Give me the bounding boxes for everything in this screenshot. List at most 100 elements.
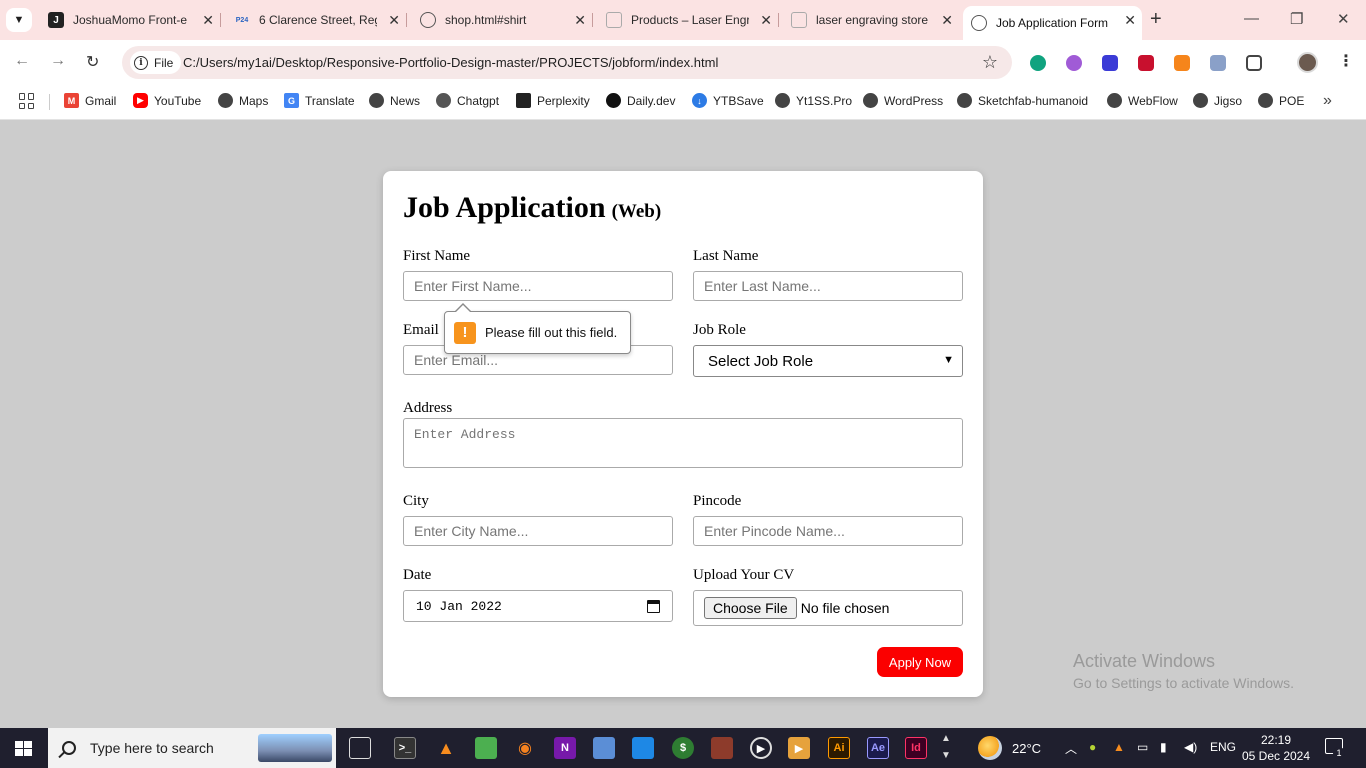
page-viewport: Job Application(Web) First Name Last Nam… (0, 121, 1366, 728)
tab-shop[interactable]: shop.html#shirt ✕ (412, 7, 592, 33)
last-name-input[interactable] (693, 271, 963, 301)
media-player-icon[interactable]: ▶ (750, 737, 772, 759)
address-label: Address (403, 400, 453, 416)
bookmark-jigso[interactable]: Jigso (1193, 93, 1242, 108)
bookmark-webflow[interactable]: WebFlow (1107, 93, 1178, 108)
bookmark-youtube[interactable]: ▶ YouTube (133, 93, 201, 108)
more-menu-icon[interactable]: ⋮ (1338, 51, 1354, 71)
shield-extension-icon[interactable] (1138, 55, 1154, 71)
bookmark-gmail[interactable]: M Gmail (64, 93, 116, 108)
close-icon[interactable]: ✕ (388, 12, 400, 28)
tab-clarence-street[interactable]: P24 6 Clarence Street, Reg ✕ (226, 7, 406, 33)
chatgpt-icon (436, 93, 451, 108)
vlc-icon[interactable]: ▲ (435, 737, 457, 759)
indesign-icon[interactable]: Id (905, 737, 927, 759)
apps-grid-icon[interactable] (19, 93, 35, 109)
bookmark-ytbsave[interactable]: ↓ YTBSave (692, 93, 764, 108)
reload-icon[interactable]: ↻ (86, 52, 99, 72)
illustrator-icon[interactable]: Ai (828, 737, 850, 759)
profile-avatar[interactable] (1297, 52, 1318, 73)
bookmark-translate[interactable]: G Translate (284, 93, 355, 108)
windows-start-icon[interactable] (15, 741, 32, 756)
close-icon[interactable]: ✕ (1124, 12, 1136, 28)
bookmark-wordpress[interactable]: WordPress (863, 93, 943, 108)
job-role-select[interactable]: Select Job Role ▼ (693, 345, 963, 377)
address-bar[interactable]: i File C:/Users/my1ai/Desktop/Responsive… (122, 46, 1012, 79)
apply-now-button[interactable]: Apply Now (877, 647, 963, 677)
globe-icon (971, 15, 987, 31)
site-info-chip[interactable]: i File (130, 51, 182, 74)
email-label: Email (403, 322, 439, 338)
close-icon[interactable]: ✕ (574, 12, 586, 28)
back-arrow-icon[interactable]: ← (14, 52, 30, 70)
address-textarea[interactable] (403, 418, 963, 468)
remote-desktop-icon[interactable] (632, 737, 654, 759)
video-player-icon[interactable]: ▶ (788, 737, 810, 759)
close-icon[interactable]: ✕ (760, 12, 772, 28)
volume-icon[interactable]: ◀) (1184, 740, 1197, 754)
spreadsheet-app-icon[interactable] (475, 737, 497, 759)
cv-file-input[interactable]: Choose File No file chosen (693, 590, 963, 626)
winrar-icon[interactable] (711, 737, 733, 759)
system-clock[interactable]: 22:19 05 Dec 2024 (1236, 732, 1316, 764)
bookmark-perplexity[interactable]: Perplexity (516, 93, 590, 108)
tray-chevron-up-icon[interactable]: ︿ (1065, 740, 1077, 757)
restore-icon[interactable]: ❐ (1290, 10, 1303, 28)
gmail-icon: M (64, 93, 79, 108)
calendar-icon[interactable] (647, 600, 660, 613)
pincode-input[interactable] (693, 516, 963, 546)
tab-title: 6 Clarence Street, Reg (259, 13, 377, 27)
choose-file-button[interactable]: Choose File (704, 597, 797, 619)
tray-camera-icon[interactable]: ▭ (1137, 740, 1148, 754)
minimize-icon[interactable]: — (1244, 10, 1259, 27)
city-label: City (403, 493, 429, 509)
extensions-puzzle-icon[interactable] (1246, 55, 1262, 71)
tab-joshuamomo[interactable]: J JoshuaMomo Front-e ✕ (40, 7, 220, 33)
terminal-icon[interactable]: >_ (394, 737, 416, 759)
address-url[interactable]: C:/Users/my1ai/Desktop/Responsive-Portfo… (183, 55, 718, 70)
tray-vlc-icon[interactable]: ▲ (1113, 740, 1125, 754)
tab-job-application[interactable]: Job Application Form ✕ (963, 6, 1142, 40)
bookmark-maps[interactable]: Maps (218, 93, 268, 108)
first-name-input[interactable] (403, 271, 673, 301)
globe-icon (420, 12, 436, 28)
close-icon[interactable]: ✕ (941, 12, 953, 28)
more-bookmarks-icon[interactable]: » (1323, 92, 1332, 110)
laser-site-icon (606, 12, 622, 28)
new-tab-button[interactable]: + (1150, 9, 1162, 29)
chatgpt-extension-icon[interactable] (1030, 55, 1046, 71)
tab-products-laser[interactable]: Products – Laser Engr ✕ (598, 7, 778, 33)
finance-app-icon[interactable]: $ (672, 737, 694, 759)
close-icon[interactable]: ✕ (202, 12, 214, 28)
screenshot-extension-icon[interactable] (1210, 55, 1226, 71)
bookmark-star-icon[interactable]: ☆ (982, 52, 998, 73)
bookmark-yt1ss[interactable]: Yt1SS.Pro (775, 93, 852, 108)
blender-icon[interactable]: ◉ (514, 737, 536, 759)
tray-app-icon[interactable]: ● (1089, 740, 1096, 754)
bookmark-chatgpt[interactable]: Chatgpt (436, 93, 499, 108)
bookmark-sketchfab[interactable]: Sketchfab-humanoid (957, 93, 1088, 108)
tab-search-button[interactable]: ▼ (6, 8, 32, 32)
onenote-icon[interactable]: N (554, 737, 576, 759)
taskbar-scroll-arrows[interactable]: ▲ ▼ (941, 730, 951, 764)
pincode-label: Pincode (693, 493, 742, 509)
weather-widget[interactable]: 22°C (978, 736, 1041, 760)
metamask-fox-icon[interactable] (1174, 55, 1190, 71)
warning-icon: ! (454, 321, 476, 344)
bookmark-poe[interactable]: POE (1258, 93, 1304, 108)
city-input[interactable] (403, 516, 673, 546)
task-view-icon[interactable] (349, 737, 371, 759)
battery-icon[interactable]: ▮ (1160, 740, 1167, 754)
tab-laser-store[interactable]: laser engraving store ✕ (783, 7, 959, 33)
audio-extension-icon[interactable] (1102, 55, 1118, 71)
after-effects-icon[interactable]: Ae (867, 737, 889, 759)
taskbar-search[interactable]: Type here to search (48, 728, 336, 768)
control-panel-icon[interactable] (593, 737, 615, 759)
language-indicator[interactable]: ENG (1210, 740, 1236, 754)
bookmark-news[interactable]: News (369, 93, 420, 108)
ai-extension-icon[interactable] (1066, 55, 1082, 71)
bookmark-dailydev[interactable]: Daily.dev (606, 93, 675, 108)
forward-arrow-icon[interactable]: → (50, 52, 66, 70)
close-window-icon[interactable]: ✕ (1337, 10, 1350, 28)
date-input[interactable]: 10 Jan 2022 (403, 590, 673, 622)
